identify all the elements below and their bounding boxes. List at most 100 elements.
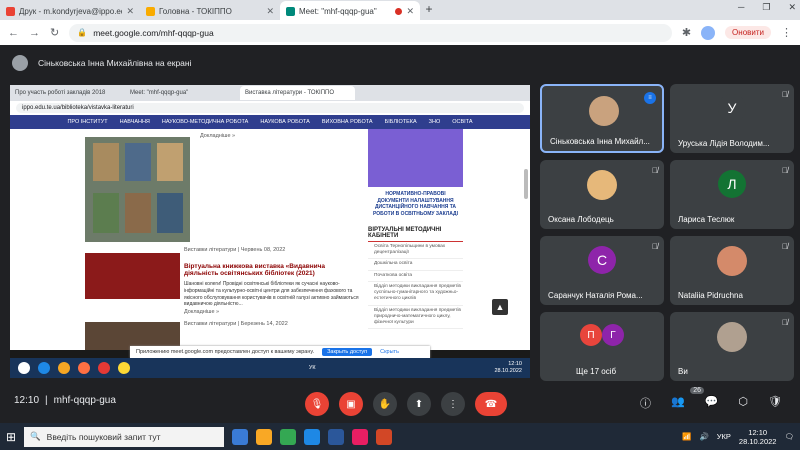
more-participants-tile[interactable]: П Г Ще 17 осіб (540, 312, 664, 381)
taskbar-clock[interactable]: 12:10 28.10.2022 (739, 428, 777, 446)
site-icon (146, 6, 155, 16)
site-nav-item: ЗНО (428, 119, 441, 125)
powerpoint-icon[interactable] (376, 428, 393, 445)
explorer-icon[interactable] (256, 428, 273, 445)
profile-avatar[interactable] (701, 25, 716, 40)
notifications-icon[interactable]: 🗨 (784, 432, 794, 441)
close-icon[interactable]: ✕ (406, 6, 414, 17)
shared-taskbar: УК 12:10 28.10.2022 (10, 358, 530, 378)
presenter-text: Сіньковська Інна Михайлівна на екрані (38, 58, 192, 68)
scroll-top-icon: ▲ (492, 299, 508, 315)
participant-tile[interactable]: 🎙̸ Оксана Лободець (540, 160, 664, 229)
language-indicator[interactable]: УКР (717, 432, 731, 441)
present-button[interactable]: ⬆ (407, 392, 431, 416)
taskbar-search[interactable]: 🔍 Введіть пошуковий запит тут (24, 426, 225, 447)
exhibition-banner (85, 253, 180, 299)
url-text: meet.google.com/mhf-qqqp-gua (93, 27, 214, 38)
self-tile[interactable]: 🎙̸ Ви (670, 312, 794, 381)
tab-meet[interactable]: Meet: "mhf-qqqp-gua" ✕ (280, 1, 420, 21)
chat-icon[interactable]: 💬 (705, 395, 719, 411)
share-text: Приложению meet.google.com предоставлен … (136, 349, 315, 355)
shared-tab: Про участь роботі закладів 2018 (15, 90, 106, 96)
window-controls: ─ ❐ ✕ (738, 2, 796, 13)
sidebar-link: Відділ методики викладання предметів сус… (368, 282, 463, 306)
participant-name: Сіньковська Інна Михайл... (550, 137, 650, 146)
meet-controls: 12:10 | mhf-qqqp-gua 🎙 ▣ ✋ ⬆ ⋮ ☎ 26 ⓘ 👥 … (0, 383, 800, 423)
url-input[interactable]: 🔒 meet.google.com/mhf-qqqp-gua (69, 23, 672, 42)
ie-icon (38, 362, 50, 374)
mic-toggle-button[interactable]: 🎙 (305, 392, 329, 416)
close-icon[interactable]: ✕ (126, 6, 134, 17)
participant-name: Nataliia Pidruchna (678, 291, 743, 300)
reload-icon[interactable]: ↻ (50, 26, 59, 39)
menu-icon[interactable]: ⋮ (781, 26, 792, 39)
site-content: Докладніше » Виставки літератури | Черве… (10, 129, 530, 350)
promo-image (368, 129, 463, 187)
word-icon[interactable] (328, 428, 345, 445)
mic-off-icon: 🎙 (310, 398, 324, 410)
site-nav-item: БІБЛІОТЕКА (384, 119, 417, 125)
shared-clock: 12:10 28.10.2022 (494, 361, 522, 374)
forward-icon[interactable]: → (29, 27, 40, 39)
meet-icon (286, 6, 295, 16)
sidebar-heading: ВІРТУАЛЬНІ МЕТОДИЧНІ КАБІНЕТИ (368, 227, 463, 242)
mic-off-icon: 🎙̸ (652, 242, 658, 251)
tab-toippo[interactable]: Головна - ТОКІППО ✕ (140, 1, 280, 21)
extensions-icon[interactable]: ✱ (682, 26, 691, 39)
raise-hand-button[interactable]: ✋ (373, 392, 397, 416)
chrome-icon[interactable] (280, 428, 297, 445)
site-nav-item: НАУКОВА РОБОТА (260, 119, 310, 125)
site-sidebar: НОРМАТИВНО-ПРАВОВІ ДОКУМЕНТИ НАЛАШТУВАНН… (368, 129, 463, 350)
participant-avatar: У (718, 94, 746, 122)
minimize-icon[interactable]: ─ (738, 2, 744, 13)
task-view-icon[interactable] (232, 428, 249, 445)
participant-photo (589, 96, 619, 126)
participant-tile[interactable]: У 🎙̸ Уруська Лідія Володим... (670, 84, 794, 153)
volume-icon[interactable]: 🔊 (699, 432, 708, 441)
info-icon[interactable]: ⓘ (640, 395, 651, 411)
participant-name: Лариса Теслюк (678, 215, 735, 224)
activities-icon[interactable]: ⬡ (738, 395, 748, 411)
address-bar-row: ← → ↻ 🔒 meet.google.com/mhf-qqqp-gua ✱ О… (0, 20, 800, 45)
meeting-time: 12:10 (14, 395, 40, 406)
network-icon[interactable]: 📶 (682, 432, 691, 441)
camera-toggle-button[interactable]: ▣ (339, 392, 363, 416)
app-icon[interactable] (352, 428, 369, 445)
participant-tile[interactable]: Л 🎙̸ Лариса Теслюк (670, 160, 794, 229)
mic-off-icon: 🎙̸ (652, 166, 658, 175)
site-nav: ПРО ІНСТИТУТ НАВЧАННЯ НАУКОВО-МЕТОДИЧНА … (10, 115, 530, 129)
site-nav-item: НАУКОВО-МЕТОДИЧНА РОБОТА (161, 119, 249, 125)
site-nav-item: ПРО ІНСТИТУТ (67, 119, 108, 125)
leave-call-button[interactable]: ☎ (475, 392, 507, 416)
close-window-icon[interactable]: ✕ (788, 2, 796, 13)
participant-tile[interactable]: 🎙̸ Nataliia Pidruchna (670, 236, 794, 305)
search-icon: 🔍 (30, 431, 41, 441)
site-nav-item: ВИХОВНА РОБОТА (321, 119, 373, 125)
lock-icon[interactable]: 🔒 (77, 28, 87, 37)
article-meta: Виставки літератури | Березень 14, 2022 (184, 321, 288, 327)
mic-off-icon: 🎙̸ (782, 242, 788, 251)
people-icon[interactable]: 👥 (671, 395, 685, 411)
search-placeholder: Введіть пошуковий запит тут (46, 431, 161, 442)
shared-screen: Про участь роботі закладів 2018 Meet: "m… (10, 85, 530, 378)
shared-address-row: ippo.edu.te.ua/biblioteka/vistavka-liter… (10, 101, 530, 115)
book-image (85, 137, 190, 242)
firefox-icon (78, 362, 90, 374)
restore-icon[interactable]: ❐ (762, 2, 770, 13)
tab-gmail[interactable]: Друк - m.kondyrjeva@ippo.edu ✕ (0, 1, 140, 21)
participant-avatar: Л (718, 170, 746, 198)
participant-tile[interactable]: С 🎙̸ Саранчук Наталія Рома... (540, 236, 664, 305)
tab-label: Друк - m.kondyrjeva@ippo.edu (19, 6, 123, 16)
new-tab-button[interactable]: + (420, 0, 438, 18)
windows-start-icon[interactable]: ⊞ (6, 430, 16, 444)
more-options-button[interactable]: ⋮ (441, 392, 465, 416)
update-button[interactable]: Оновити (725, 26, 771, 39)
edge-icon[interactable] (304, 428, 321, 445)
close-icon[interactable]: ✕ (266, 6, 274, 17)
participant-name: Уруська Лідія Володим... (678, 139, 770, 148)
participant-tile[interactable]: ≡ Сіньковська Інна Михайл... (540, 84, 664, 153)
shield-icon[interactable]: 🛡 (768, 395, 782, 411)
system-tray: 📶 🔊 УКР 12:10 28.10.2022 🗨 (682, 428, 794, 446)
sidebar-link: Освіта Тернопільщини в умовах децентралі… (368, 242, 463, 260)
back-icon[interactable]: ← (8, 27, 19, 39)
